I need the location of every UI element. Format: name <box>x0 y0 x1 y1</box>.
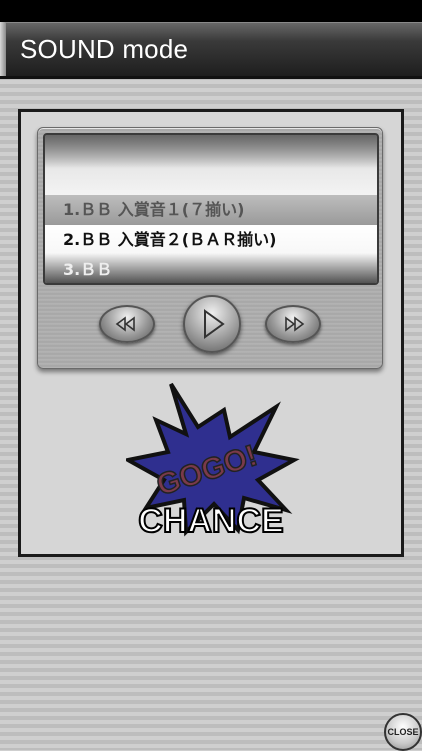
play-icon <box>204 309 225 339</box>
rewind-button[interactable] <box>99 305 155 343</box>
track-item-1[interactable]: 1.ＢＢ 入賞音１(７揃い) <box>45 195 377 225</box>
screen-shade-top <box>45 135 377 169</box>
gogo-chance-logo: GOGO! CHANCE <box>122 382 306 552</box>
title-bar-edge <box>0 22 6 76</box>
music-player: 1.ＢＢ 入賞音１(７揃い) 2.ＢＢ 入賞音２(ＢＡＲ揃い) 3.ＢＢ <box>37 127 383 369</box>
title-bar: SOUND mode <box>0 22 422 79</box>
status-bar <box>0 0 422 22</box>
play-button[interactable] <box>183 295 241 353</box>
track-item-3[interactable]: 3.ＢＢ <box>45 255 377 283</box>
sound-panel: 1.ＢＢ 入賞音１(７揃い) 2.ＢＢ 入賞音２(ＢＡＲ揃い) 3.ＢＢ GOG… <box>18 109 404 557</box>
fast-forward-icon <box>285 316 305 332</box>
page-title: SOUND mode <box>20 34 189 64</box>
logo-chance-text: CHANCE <box>138 502 283 540</box>
track-list[interactable]: 1.ＢＢ 入賞音１(７揃い) 2.ＢＢ 入賞音２(ＢＡＲ揃い) 3.ＢＢ <box>43 133 379 285</box>
close-button[interactable]: CLOSE <box>384 713 422 751</box>
fast-forward-button[interactable] <box>265 305 321 343</box>
rewind-icon <box>115 316 135 332</box>
track-item-2[interactable]: 2.ＢＢ 入賞音２(ＢＡＲ揃い) <box>45 225 377 255</box>
